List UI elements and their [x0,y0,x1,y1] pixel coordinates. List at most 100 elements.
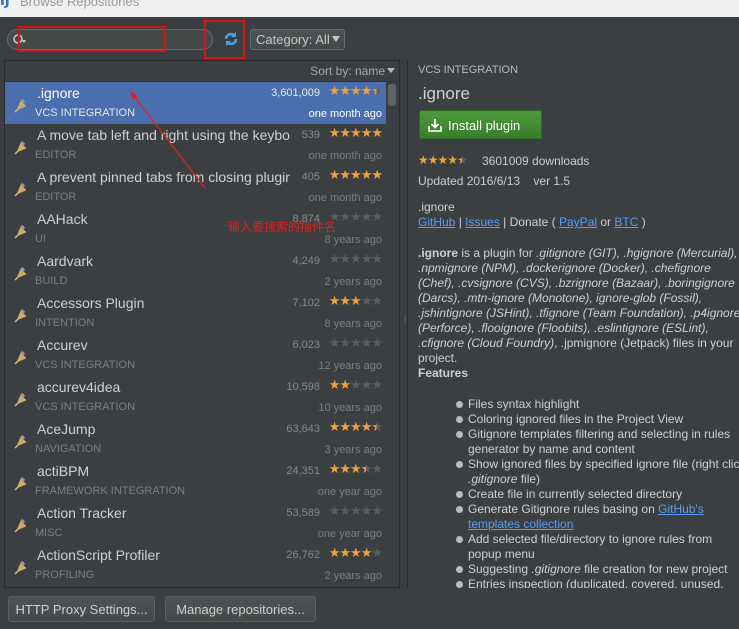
sort-label[interactable]: Sort by: name [310,64,385,78]
list-item[interactable]: A move tab left and right using the keyb… [5,124,386,166]
plugin-icon [12,349,30,367]
rating-stars: ★★★★★ [328,84,383,99]
plugin-icon [12,517,30,535]
detail-updated: Updated 2016/6/13 ver 1.5 [418,174,571,188]
download-count: 3,601,009 [271,87,320,99]
manage-repositories-button[interactable]: Manage repositories... [165,596,316,622]
scrollbar-thumb[interactable] [388,84,396,106]
bottom-bar: HTTP Proxy Settings... Manage repositori… [0,588,739,629]
list-item[interactable]: A prevent pinned tabs from closing plugi… [5,166,386,208]
feature-item: Coloring ignored files in the Project Vi… [456,412,739,427]
plugin-icon [12,475,30,493]
github-link[interactable]: GitHub [418,215,455,229]
install-plugin-button[interactable]: Install plugin [419,110,542,139]
feature-item: Create file in currently selected direct… [456,487,739,502]
download-count: 24,351 [286,465,320,477]
feature-text: Generate Gitignore rules basing on [468,502,659,516]
para-plugin-name: .ignore [418,246,459,260]
rating-stars: ★★★★★ [328,378,383,393]
rating-stars: ★★★★★ [328,168,383,183]
list-item[interactable]: Aardvark 4,249 ★★★★★ BUILD 2 years ago [5,250,386,292]
plugin-icon [12,559,30,577]
plugin-date: 12 years ago [318,360,382,372]
app-icon: IJ [0,0,10,9]
plugin-date: 2 years ago [324,276,382,288]
list-item[interactable]: accurev4idea 10,598 ★★★★★ VCS INTEGRATION 10… [5,376,386,418]
rating-stars: ★★★★★ [328,126,383,141]
paypal-link[interactable]: PayPal [559,215,597,229]
plugin-date: one year ago [317,528,382,540]
download-count: 63,643 [286,423,320,435]
feature-italic: .gitignore [531,562,581,576]
plugin-date: one month ago [308,192,382,204]
issues-link[interactable]: Issues [465,215,500,229]
plugin-icon [12,391,30,409]
or-text: or [597,215,615,229]
detail-downloads: 3601009 downloads [482,154,590,168]
list-item[interactable]: Accurev 6,023 ★★★★★ VCS INTEGRATION 12 years… [5,334,386,376]
rating-stars: ★★★★★ [328,336,383,351]
plugin-category: EDITOR [35,149,77,161]
description-paragraph: .ignore is a plugin for .gitignore (GIT)… [418,246,739,366]
plugin-detail-panel: VCS INTEGRATION .ignore Install plugin ★… [407,60,739,588]
detail-description: .ignore GitHub | Issues | Donate ( PayPa… [418,200,739,588]
category-label: Category: All [256,32,330,47]
plugin-name: ActionScript Profiler [37,547,160,563]
list-item[interactable]: .ignore 3,601,009 ★★★★★ VCS INTEGRATION one … [5,82,386,124]
list-item[interactable]: ActionScript Profiler 26,762 ★★★★★ PROFILIN… [5,544,386,586]
plugin-category: BUILD [35,275,68,287]
download-count: 7,102 [292,297,320,309]
donate-text: | Donate ( [499,215,559,229]
plugin-date: 8 years ago [324,318,382,330]
plugin-category: MISC [35,527,63,539]
list-item[interactable]: actiBPM 24,351 ★★★★★ FRAMEWORK INTEGRATION o… [5,460,386,502]
feature-item: Entries inspection (duplicated, covered,… [456,577,739,588]
plugin-name: accurev4idea [37,379,121,395]
feature-tail: file) [517,472,541,486]
plugin-category: FRAMEWORK INTEGRATION [35,485,186,497]
refresh-icon[interactable] [220,28,242,50]
download-count: 10,598 [286,381,320,393]
plugin-date: 10 years ago [318,402,382,414]
feature-item: Gitignore templates filtering and select… [456,427,739,457]
feature-item: Show ignored files by specified ignore f… [456,457,739,487]
plugin-name: AceJump [37,421,96,437]
annotation-box-search [18,26,166,52]
detail-title: .ignore [418,84,470,103]
sort-bar[interactable]: Sort by: name [5,61,399,82]
http-proxy-settings-button[interactable]: HTTP Proxy Settings... [8,596,155,622]
description-name: .ignore [418,200,455,214]
annotation-text: 输入要搜索的插件名 [228,220,337,234]
chevron-down-icon [332,36,340,42]
plugin-date: 2 years ago [324,570,382,582]
plugin-list[interactable]: .ignore 3,601,009 ★★★★★ VCS INTEGRATION one … [5,82,386,587]
rating-stars: ★★★★★ [328,504,383,519]
detail-rating-stars: ★★★★★ [418,153,468,167]
feature-italic: .gitignore [468,472,518,486]
plugin-name: Aardvark [37,253,94,269]
plugin-icon [12,97,30,115]
feature-item: Files syntax highlight [456,397,739,412]
install-label: Install plugin [448,118,521,133]
plugin-date: one month ago [308,150,382,162]
sort-chevron-icon[interactable] [387,68,395,73]
rating-stars: ★★★★★ [328,462,383,477]
list-item[interactable]: Accessors Plugin 7,102 ★★★★★ INTENTION 8 yea… [5,292,386,334]
btc-link[interactable]: BTC [614,215,638,229]
download-count: 405 [301,171,320,183]
list-item[interactable]: Action Tracker 53,589 ★★★★★ MISC one year ag… [5,502,386,544]
category-dropdown[interactable]: Category: All [250,29,345,50]
list-item[interactable]: AceJump 63,643 ★★★★★ NAVIGATION 3 years ago [5,418,386,460]
plugin-category: VCS INTEGRATION [35,107,136,119]
para-is: is a plugin for [458,246,537,260]
plugin-name: A prevent pinned tabs from closing plugi… [37,169,290,185]
plugin-name: Accessors Plugin [37,295,145,311]
plugin-list-panel: Sort by: name .ignore 3,601,009 ★★★★★ VCS I… [4,60,400,588]
plugin-category: PROFILING [35,569,95,581]
list-scrollbar[interactable] [387,82,397,587]
download-count: 26,762 [286,549,320,561]
rating-stars: ★★★★★ [328,210,383,225]
feature-item: Generate Gitignore rules basing on GitHu… [456,502,739,532]
plugin-name: Action Tracker [37,505,127,521]
plugin-category: INTENTION [35,317,95,329]
